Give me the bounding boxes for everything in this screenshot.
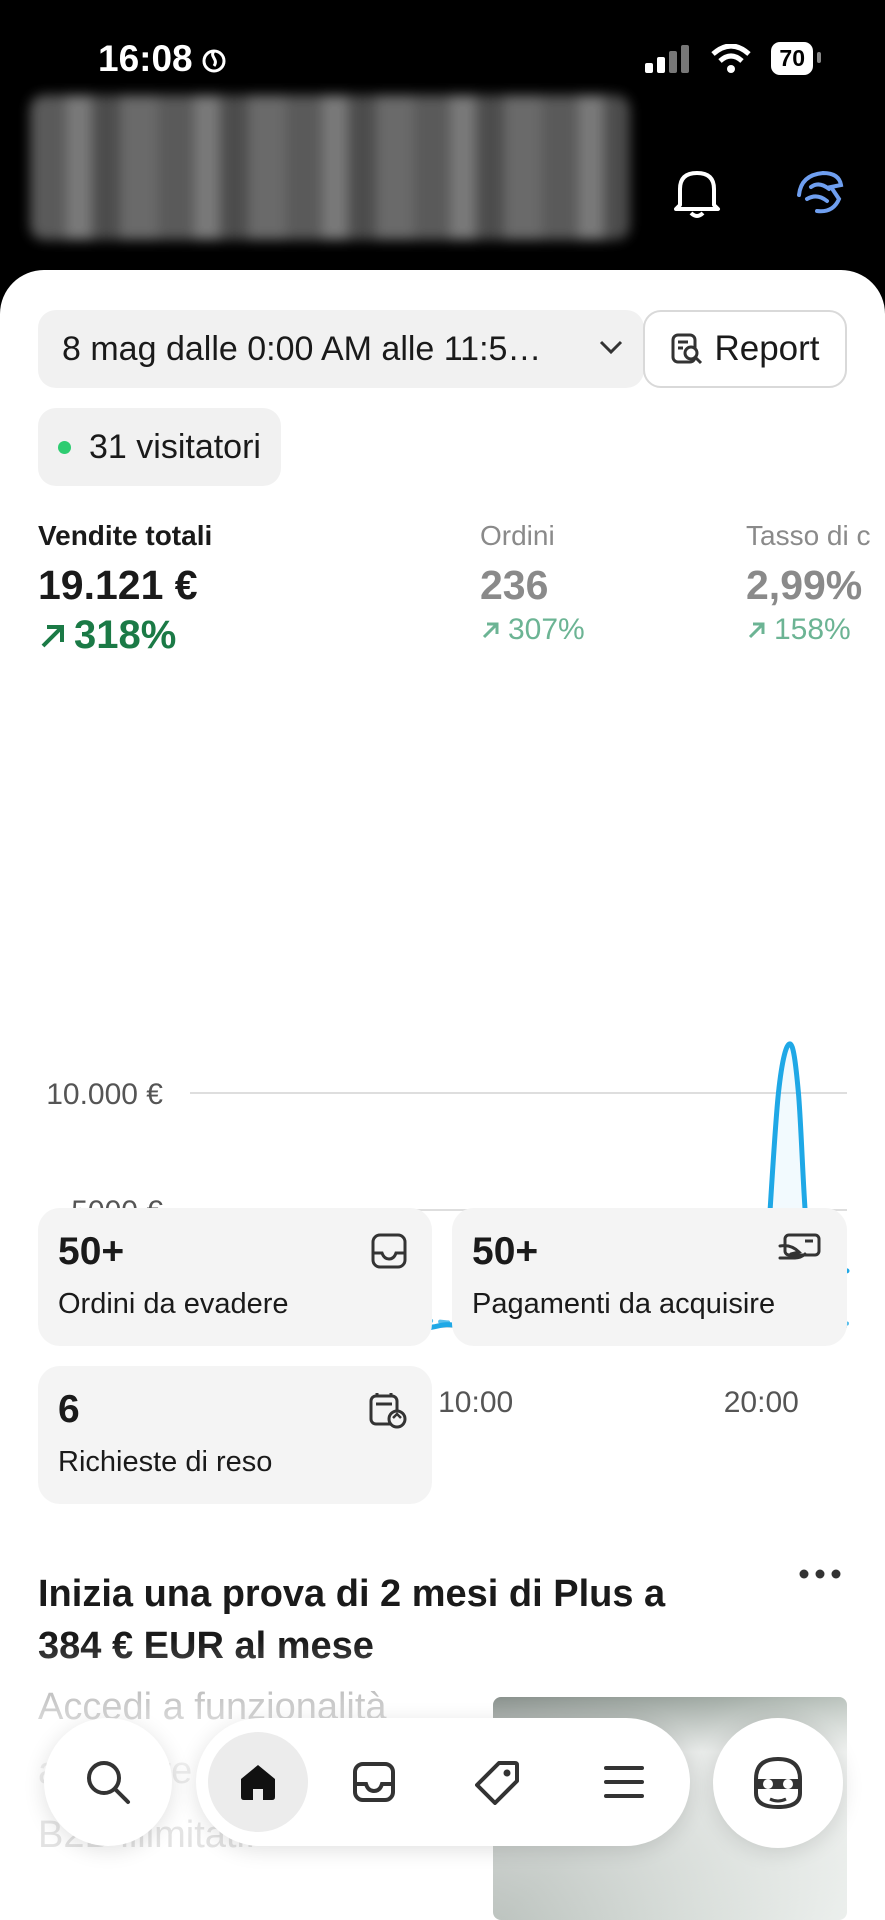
- card-payments-to-capture[interactable]: 50+ Pagamenti da acquisire: [452, 1208, 847, 1346]
- inbox-icon: [371, 1233, 407, 1269]
- live-dot-icon: [58, 440, 71, 454]
- dashboard-sheet: 8 mag dalle 0:00 AM alle 11:5… Report 31…: [0, 270, 885, 1920]
- sidekick-avatar-icon: [754, 1756, 802, 1810]
- metric-value: 236: [480, 562, 549, 608]
- x-tick-label: 10:00: [438, 1386, 513, 1419]
- arrow-up-right-icon: [482, 622, 499, 639]
- chevron-down-icon: [599, 340, 623, 355]
- card-orders-to-fulfill[interactable]: 50+ Ordini da evadere: [38, 1208, 432, 1346]
- date-range-text: 8 mag dalle 0:00 AM alle 11:5…: [62, 329, 542, 368]
- metric-orders[interactable]: Ordini 236 307%: [480, 520, 585, 647]
- card-count: 6: [58, 1388, 80, 1431]
- payment-icon: [778, 1233, 821, 1260]
- card-label: Ordini da evadere: [58, 1288, 289, 1320]
- promo-title: Inizia una prova di 2 mesi di Plus a 384…: [38, 1573, 666, 1667]
- sidekick-logo-icon[interactable]: [793, 165, 847, 221]
- metric-change: 318%: [38, 613, 212, 658]
- nav-menu-button[interactable]: [574, 1732, 674, 1832]
- metric-change: 158%: [746, 613, 871, 647]
- nav-home-button[interactable]: [208, 1732, 308, 1832]
- card-label: Pagamenti da acquisire: [472, 1288, 776, 1320]
- store-name-redacted[interactable]: [30, 95, 630, 240]
- metric-label: Vendite totali: [38, 520, 213, 551]
- return-icon: [369, 1393, 407, 1429]
- nav-products-button[interactable]: [448, 1732, 548, 1832]
- status-right: 70: [645, 42, 821, 75]
- inbox-icon: [353, 1762, 395, 1802]
- top-bar: [0, 90, 885, 270]
- metric-total-sales[interactable]: Vendite totali 19.121 € 318%: [38, 520, 212, 658]
- card-count: 50+: [472, 1230, 539, 1273]
- cellular-signal-icon: [645, 44, 690, 73]
- visitors-text: 31 visitatori: [89, 427, 261, 466]
- sidekick-avatar-button[interactable]: [713, 1718, 843, 1848]
- metric-conversion[interactable]: Tasso di c 2,99% 158%: [746, 520, 871, 647]
- report-button[interactable]: Report: [643, 310, 847, 388]
- date-range-selector[interactable]: 8 mag dalle 0:00 AM alle 11:5…: [38, 310, 644, 388]
- card-count: 50+: [58, 1230, 125, 1273]
- metric-value: 19.121 €: [38, 562, 198, 608]
- x-tick-label: 20:00: [724, 1386, 799, 1419]
- focus-flame-icon: [202, 49, 226, 73]
- report-label: Report: [714, 329, 820, 368]
- more-options-icon[interactable]: [795, 1560, 845, 1600]
- metric-label: Ordini: [480, 520, 555, 551]
- live-visitors-badge[interactable]: 31 visitatori: [38, 408, 281, 486]
- metric-change: 307%: [480, 613, 585, 647]
- search-icon: [87, 1761, 130, 1804]
- home-icon: [241, 1765, 275, 1800]
- arrow-up-right-icon: [41, 624, 64, 647]
- arrow-up-right-icon: [748, 622, 765, 639]
- status-time: 16:08: [98, 38, 227, 80]
- y-tick-label: 10.000 €: [46, 1078, 163, 1111]
- wifi-icon: [711, 43, 752, 73]
- report-search-icon: [671, 333, 703, 365]
- metric-change-text: 307%: [508, 613, 585, 646]
- menu-icon: [604, 1766, 644, 1798]
- bell-icon[interactable]: [670, 165, 724, 221]
- card-return-requests[interactable]: 6 Richieste di reso: [38, 1366, 432, 1504]
- tag-icon: [475, 1761, 519, 1805]
- metric-label: Tasso di c: [746, 520, 871, 551]
- metric-value: 2,99%: [746, 562, 863, 608]
- card-label: Richieste di reso: [58, 1446, 273, 1478]
- nav-orders-button[interactable]: [324, 1732, 424, 1832]
- bottom-nav-bar: [196, 1718, 690, 1846]
- nav-search-button[interactable]: [44, 1718, 172, 1846]
- time-text: 16:08: [98, 38, 193, 79]
- metric-change-text: 318%: [74, 613, 177, 657]
- metric-change-text: 158%: [774, 613, 851, 646]
- battery-indicator: 70: [771, 42, 821, 75]
